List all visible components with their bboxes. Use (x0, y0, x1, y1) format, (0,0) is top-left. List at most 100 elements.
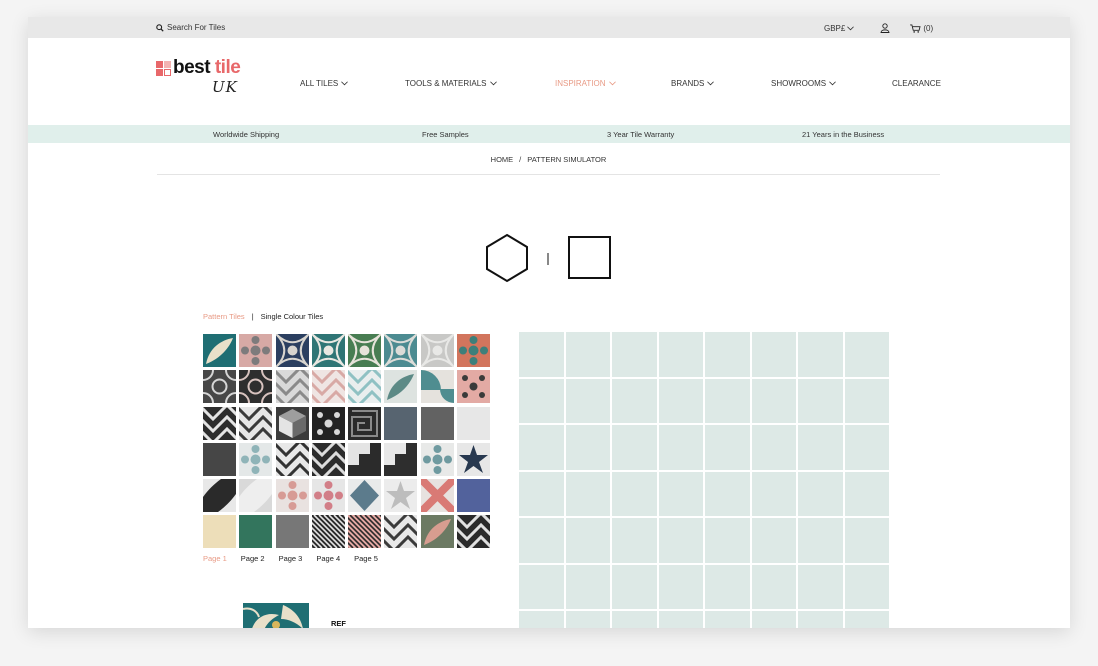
tile-swatch-image (420, 479, 454, 513)
tile-swatch[interactable] (311, 442, 345, 476)
tile-swatch[interactable] (275, 370, 309, 404)
tile-swatch[interactable] (203, 406, 236, 440)
tile-swatch[interactable] (348, 406, 382, 440)
canvas-tile (705, 378, 752, 425)
tile-swatch[interactable] (457, 479, 491, 513)
tile-swatch[interactable] (348, 479, 382, 513)
search-box[interactable]: Search For Tiles (156, 23, 225, 32)
tile-swatch[interactable] (348, 442, 382, 476)
tile-swatch-image (384, 515, 418, 549)
tile-swatch[interactable] (457, 406, 491, 440)
search-input[interactable]: Search For Tiles (167, 23, 225, 32)
site-logo[interactable]: best tile UK (156, 57, 252, 100)
nav-brands[interactable]: BRANDS (671, 79, 715, 88)
tile-swatch[interactable] (348, 334, 382, 367)
tile-swatch[interactable] (457, 442, 491, 476)
tile-swatch[interactable] (239, 479, 273, 513)
tab-separator: | (251, 312, 254, 321)
tile-swatch-image (239, 442, 273, 476)
tile-swatch[interactable] (311, 406, 345, 440)
tile-swatch[interactable] (239, 334, 273, 367)
nav-inspiration[interactable]: INSPIRATION (555, 79, 616, 88)
tile-swatch[interactable] (311, 515, 345, 549)
canvas-tile (705, 518, 752, 565)
nav-tools-materials[interactable]: TOOLS & MATERIALS (405, 79, 497, 88)
tile-swatch[interactable] (420, 334, 454, 367)
tile-swatch[interactable] (384, 515, 418, 549)
currency-selector[interactable]: GBP£ (824, 24, 855, 33)
tile-swatch[interactable] (348, 370, 382, 404)
canvas-tile (705, 611, 752, 628)
tile-swatch-image (384, 479, 418, 513)
square-icon[interactable] (568, 236, 611, 279)
tile-swatch[interactable] (239, 406, 273, 440)
logo-uk: UK (212, 78, 238, 96)
canvas-tile (659, 611, 705, 628)
page-link[interactable]: Page 3 (279, 554, 303, 563)
breadcrumb-separator: / (519, 155, 522, 164)
tile-swatch[interactable] (275, 479, 309, 513)
tile-swatch[interactable] (203, 370, 236, 404)
page-link[interactable]: Page 4 (316, 554, 340, 563)
tile-swatch-image (420, 515, 454, 549)
breadcrumb-home[interactable]: HOME (491, 155, 514, 164)
page-link[interactable]: Page 2 (241, 554, 265, 563)
tile-swatch[interactable] (420, 406, 454, 440)
tile-swatch[interactable] (457, 334, 491, 367)
tab-single-colour-tiles[interactable]: Single Colour Tiles (261, 312, 324, 321)
breadcrumb: HOME / PATTERN SIMULATOR (157, 143, 940, 175)
tile-swatch[interactable] (384, 479, 418, 513)
tile-swatch[interactable] (348, 515, 382, 549)
cart-button[interactable]: (0) (910, 24, 933, 33)
hexagon-icon[interactable] (486, 233, 528, 283)
tile-swatch-image (239, 406, 273, 440)
page-link[interactable]: Page 5 (354, 554, 378, 563)
tile-swatch[interactable] (239, 515, 273, 549)
tile-swatch[interactable] (384, 334, 418, 367)
canvas-tile (565, 564, 612, 611)
page-link[interactable]: Page 1 (203, 554, 227, 563)
tile-swatch[interactable] (203, 479, 236, 513)
pattern-preview-canvas[interactable] (519, 332, 891, 628)
tile-swatch[interactable] (311, 370, 345, 404)
tile-swatch[interactable] (457, 370, 491, 404)
canvas-tile (519, 425, 566, 472)
tile-swatch[interactable] (239, 370, 273, 404)
account-icon[interactable] (880, 23, 890, 33)
canvas-tile (658, 425, 705, 472)
tile-swatch[interactable] (275, 406, 309, 440)
tile-swatch[interactable] (311, 479, 345, 513)
tile-swatch-image (384, 334, 418, 367)
tile-swatch[interactable] (203, 334, 236, 367)
tile-swatch-image (348, 406, 382, 440)
logo-word-best: best (173, 57, 211, 78)
tile-swatch[interactable] (384, 406, 418, 440)
nav-showrooms[interactable]: SHOWROOMS (771, 79, 836, 88)
tile-swatch[interactable] (311, 334, 345, 367)
pagination: Page 1 Page 2 Page 3 Page 4 Page 5 (203, 554, 378, 563)
tile-swatch[interactable] (203, 515, 236, 549)
chevron-down-icon (847, 25, 855, 30)
tile-swatch-image (239, 334, 273, 367)
tile-swatch[interactable] (420, 515, 454, 549)
tile-swatch-image (311, 334, 345, 367)
tile-swatch[interactable] (275, 515, 309, 549)
tile-swatch[interactable] (275, 442, 309, 476)
tile-swatch[interactable] (203, 442, 236, 476)
tile-swatch[interactable] (420, 479, 454, 513)
tile-swatch[interactable] (457, 515, 491, 549)
tile-swatch[interactable] (384, 442, 418, 476)
tile-swatch[interactable] (239, 442, 273, 476)
tile-swatch-image (420, 406, 454, 440)
chevron-down-icon (829, 81, 836, 86)
chevron-down-icon (341, 81, 349, 86)
tile-swatch-image (203, 442, 236, 476)
tab-pattern-tiles[interactable]: Pattern Tiles (203, 312, 245, 321)
tile-swatch[interactable] (384, 370, 418, 404)
tile-swatch-image (384, 370, 418, 404)
nav-all-tiles[interactable]: ALL TILES (300, 79, 349, 88)
nav-clearance[interactable]: CLEARANCE (892, 79, 941, 88)
tile-swatch[interactable] (420, 370, 454, 404)
tile-swatch[interactable] (275, 334, 309, 367)
tile-swatch[interactable] (420, 442, 454, 476)
